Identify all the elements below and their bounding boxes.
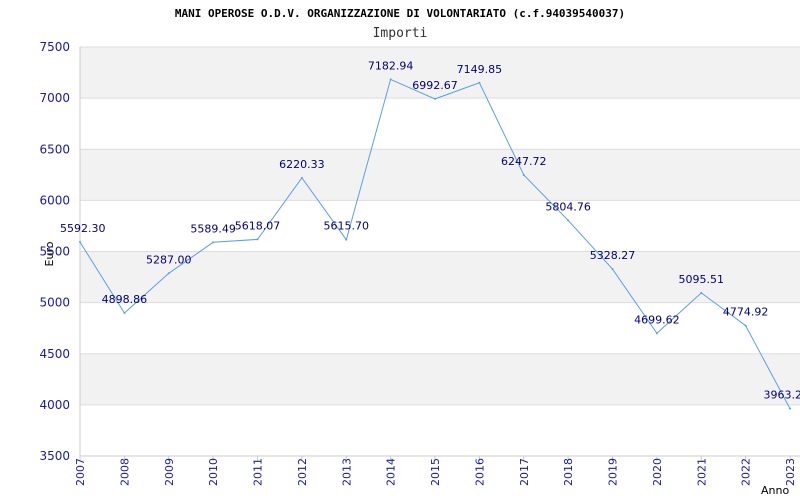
y-tick-label: 3500 <box>39 449 70 463</box>
data-label: 3963.2 <box>764 389 800 402</box>
y-tick-label: 6000 <box>39 193 70 207</box>
x-tick-label: 2014 <box>385 458 398 486</box>
x-tick-label: 2023 <box>784 458 797 486</box>
x-tick-label: 2020 <box>651 458 664 486</box>
x-tick-label: 2018 <box>562 458 575 486</box>
data-label: 5804.76 <box>545 200 591 213</box>
data-point <box>123 311 126 314</box>
y-tick-labels: 3500 4000 4500 5000 5500 6000 6500 7000 7500 <box>39 40 70 463</box>
data-point <box>300 176 303 179</box>
x-tick-label: 2007 <box>74 458 87 486</box>
x-tick-label: 2021 <box>695 458 708 486</box>
data-label: 5615.70 <box>324 220 370 233</box>
data-point <box>389 78 392 81</box>
grid-band <box>80 353 800 405</box>
data-point <box>611 268 614 271</box>
data-label: 5328.27 <box>590 249 636 262</box>
data-label: 5095.51 <box>679 273 725 286</box>
y-tick-label: 7500 <box>39 40 70 54</box>
data-label: 5589.49 <box>190 222 236 235</box>
data-point <box>478 81 481 84</box>
y-tick-label: 5000 <box>39 296 70 310</box>
data-label: 5618.07 <box>235 219 281 232</box>
data-point <box>522 174 525 177</box>
data-point <box>789 407 791 410</box>
background-bands <box>80 47 800 405</box>
data-label: 5592.30 <box>60 222 106 235</box>
x-tick-label: 2022 <box>740 458 753 486</box>
x-tick-label: 2017 <box>518 458 531 486</box>
x-tick-label: 2013 <box>340 458 353 486</box>
x-tick-label: 2012 <box>296 458 309 486</box>
data-label: 7182.94 <box>368 59 414 72</box>
data-point <box>256 238 259 241</box>
y-tick-label: 6500 <box>39 142 70 156</box>
data-point <box>567 219 570 222</box>
data-label: 5287.00 <box>146 253 192 266</box>
data-label: 6220.33 <box>279 158 325 171</box>
data-point <box>700 291 703 294</box>
data-label: 4774.92 <box>723 306 769 319</box>
x-tick-label: 2011 <box>252 458 265 486</box>
x-tick-label: 2015 <box>429 458 442 486</box>
chart-subtitle: Importi <box>373 26 428 41</box>
data-label: 4898.86 <box>102 293 148 306</box>
data-label: 6247.72 <box>501 155 547 168</box>
y-tick-label: 7000 <box>39 91 70 105</box>
data-point <box>434 97 436 100</box>
y-tick-label: 4500 <box>39 347 70 361</box>
data-point <box>744 324 747 327</box>
x-tick-labels: 2007 2008 2009 2010 2011 2012 2013 2014 2015 2016… <box>74 458 797 486</box>
data-label: 7149.85 <box>457 63 503 76</box>
data-label: 6992.67 <box>412 79 458 92</box>
x-tick-label: 2019 <box>607 458 620 486</box>
x-tick-label: 2008 <box>118 458 131 486</box>
data-point <box>79 241 81 244</box>
y-tick-label: 4000 <box>39 398 70 412</box>
data-point <box>167 272 170 275</box>
chart-title: MANI OPEROSE O.D.V. ORGANIZZAZIONE DI VO… <box>175 7 625 20</box>
data-point <box>212 241 215 244</box>
x-tick-label: 2010 <box>207 458 220 486</box>
x-tick-label: 2009 <box>163 458 176 486</box>
line-chart: MANI OPEROSE O.D.V. ORGANIZZAZIONE DI VO… <box>39 7 800 497</box>
y-tick-label: 5500 <box>39 245 70 259</box>
data-point <box>655 332 658 335</box>
data-point <box>345 238 348 241</box>
grid-band <box>80 149 800 201</box>
data-label: 4699.62 <box>634 313 680 326</box>
x-tick-label: 2016 <box>473 458 486 486</box>
